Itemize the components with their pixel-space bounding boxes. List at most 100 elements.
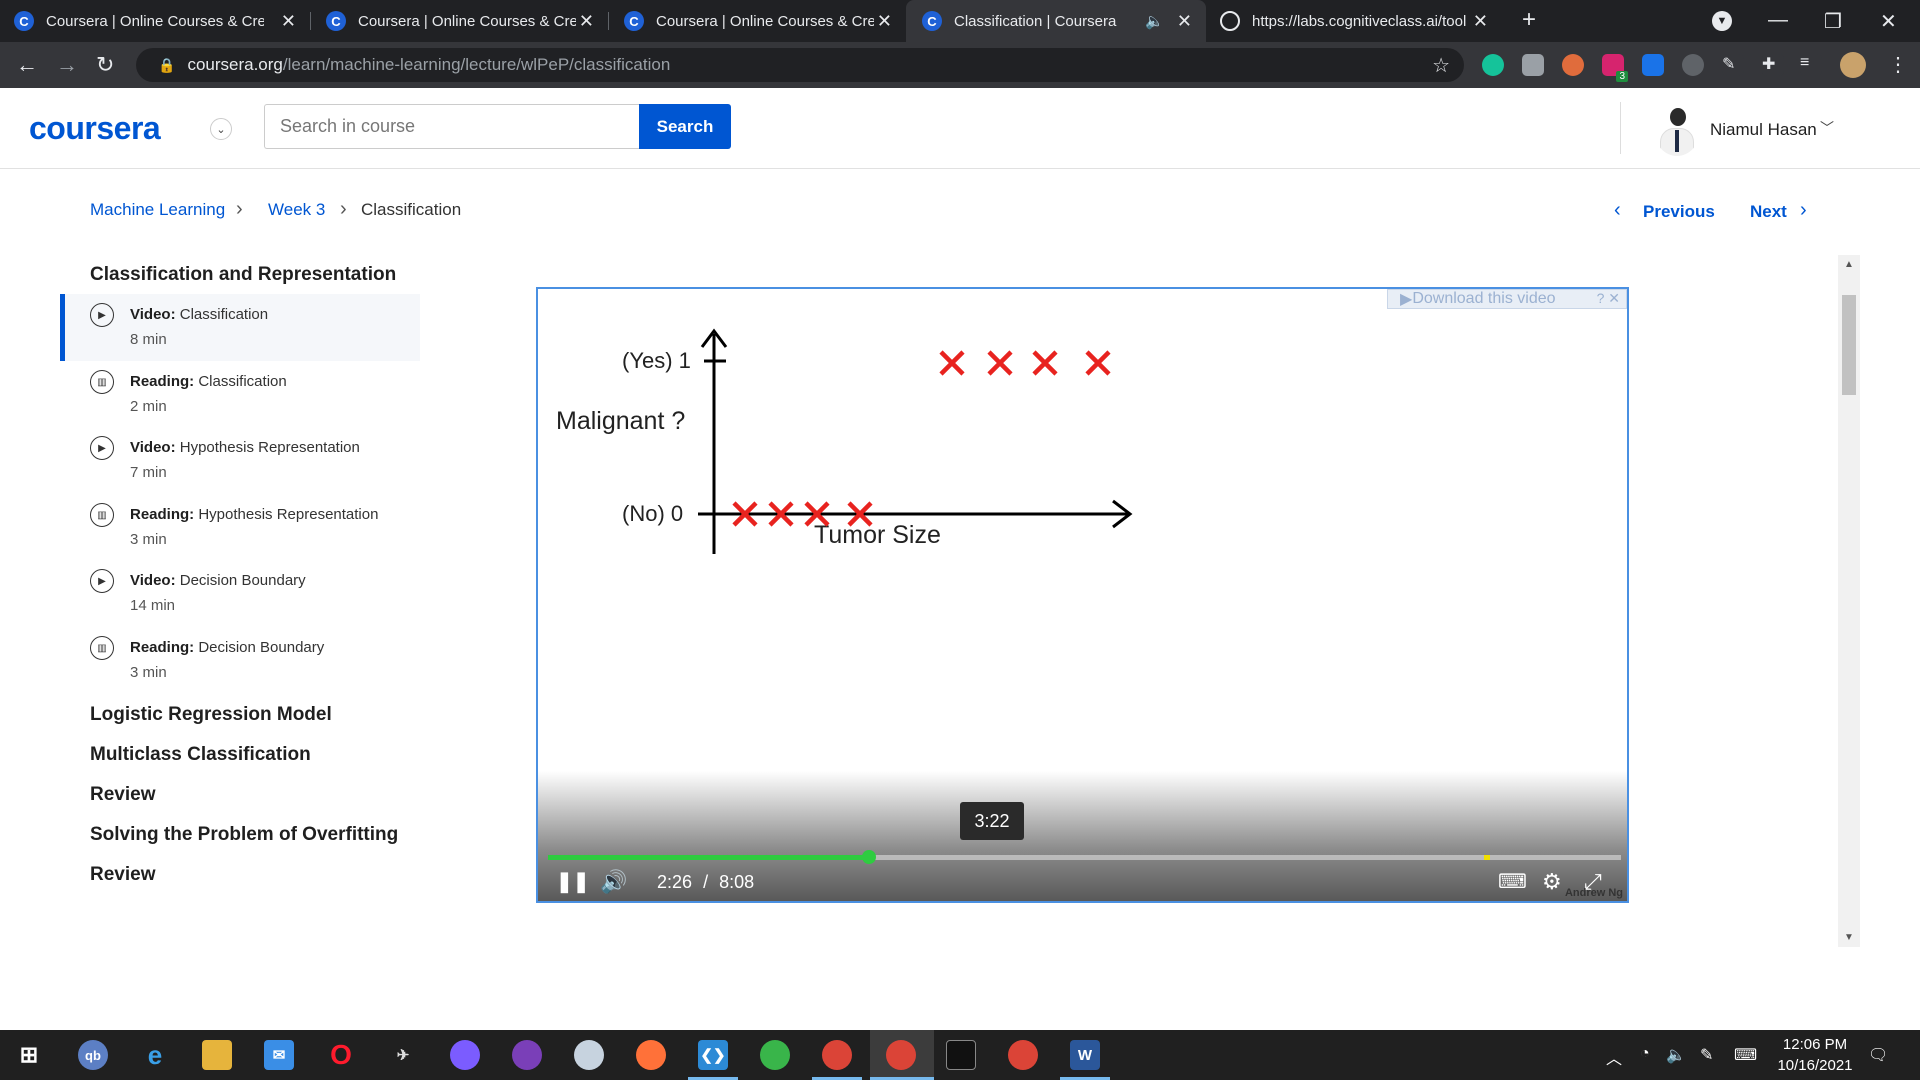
windows-start-icon[interactable]: ⊞ bbox=[14, 1040, 44, 1070]
settings-gear-icon[interactable]: ⚙ bbox=[1542, 869, 1562, 895]
browser-tab[interactable]: C Coursera | Online Courses & Cred ✕ bbox=[14, 0, 310, 42]
video-player[interactable]: (Yes) 1 Malignant ? (No) 0 Tumor Size ▶ … bbox=[536, 287, 1629, 903]
scroll-up-icon[interactable]: ▲ bbox=[1844, 259, 1854, 270]
close-tab-icon[interactable]: ✕ bbox=[877, 11, 892, 32]
new-tab-icon[interactable]: + bbox=[1522, 6, 1536, 34]
browser-tab[interactable]: · https://labs.cognitiveclass.ai/tool ✕ bbox=[1206, 0, 1502, 42]
close-tab-icon[interactable]: ✕ bbox=[281, 11, 296, 32]
download-extension-icon[interactable] bbox=[1642, 54, 1664, 76]
opera-app-icon[interactable]: O bbox=[326, 1039, 356, 1070]
pen-extension-icon[interactable]: ✎ bbox=[1722, 54, 1744, 76]
section-heading[interactable]: Logistic Regression Model bbox=[90, 704, 332, 726]
bookmark-star-icon[interactable]: ☆ bbox=[1432, 53, 1450, 78]
app-icon[interactable] bbox=[574, 1040, 604, 1070]
lesson-item-video-classification[interactable]: ▶ Video: Classification 8 min bbox=[60, 294, 420, 361]
lesson-item-reading-decision-boundary[interactable]: ▥ Reading: Decision Boundary 3 min bbox=[60, 627, 420, 694]
section-heading[interactable]: Solving the Problem of Overfitting bbox=[90, 824, 398, 846]
section-heading[interactable]: Multiclass Classification bbox=[90, 744, 311, 766]
keyboard-icon[interactable]: ⌨ bbox=[1734, 1045, 1757, 1065]
address-bar[interactable]: 🔒 coursera.org /learn/machine-learning/l… bbox=[136, 48, 1464, 82]
user-name[interactable]: Niamul Hasan bbox=[1710, 120, 1817, 140]
chrome-app-icon[interactable] bbox=[822, 1040, 852, 1070]
terminal-app-icon[interactable] bbox=[946, 1040, 976, 1070]
grammarly-extension-icon[interactable] bbox=[1482, 54, 1504, 76]
progress-bar[interactable] bbox=[548, 855, 1621, 860]
page-scrollbar[interactable]: ▲ ▼ bbox=[1838, 255, 1860, 947]
system-clock[interactable]: 12:06 PM 10/16/2021 bbox=[1768, 1034, 1862, 1076]
minimize-icon[interactable]: — bbox=[1768, 9, 1788, 32]
tray-chevron-up-icon[interactable]: ︿ bbox=[1606, 1045, 1622, 1069]
speaker-icon[interactable]: 🔈 bbox=[1666, 1045, 1686, 1065]
extension-icon[interactable]: 3 bbox=[1602, 54, 1628, 82]
search-input[interactable] bbox=[264, 104, 639, 149]
breadcrumb-week[interactable]: Week 3 bbox=[268, 200, 325, 220]
forward-icon[interactable]: → bbox=[56, 52, 78, 78]
vscode-app-icon[interactable]: ❮❯ bbox=[698, 1040, 728, 1070]
tab-title: Classification | Coursera bbox=[954, 12, 1117, 30]
messenger-app-icon[interactable] bbox=[450, 1040, 480, 1070]
mute-tab-icon[interactable]: 🔈 bbox=[1145, 12, 1164, 30]
github-app-icon[interactable] bbox=[512, 1040, 542, 1070]
reload-icon[interactable]: ↻ bbox=[96, 52, 114, 78]
lock-icon[interactable]: 🔒 bbox=[158, 57, 175, 74]
search-button[interactable]: Search bbox=[639, 104, 731, 149]
chrome-app-icon-active[interactable] bbox=[886, 1040, 916, 1070]
user-avatar[interactable] bbox=[1654, 104, 1700, 156]
captions-icon[interactable]: ⌨ bbox=[1498, 869, 1527, 894]
pen-tray-icon[interactable]: ✎ bbox=[1700, 1045, 1713, 1065]
word-app-icon[interactable]: W bbox=[1070, 1040, 1100, 1070]
scroll-down-icon[interactable]: ▼ bbox=[1844, 932, 1854, 943]
lesson-item-reading-classification[interactable]: ▥ Reading: Classification 2 min bbox=[60, 361, 420, 428]
browser-menu-icon[interactable]: ⋮ bbox=[1888, 52, 1908, 77]
satellite-app-icon[interactable]: ✈ bbox=[388, 1040, 418, 1070]
section-heading[interactable]: Review bbox=[90, 784, 155, 806]
browser-tab-active[interactable]: C Classification | Coursera 🔈 ✕ bbox=[906, 0, 1206, 42]
profile-avatar-icon[interactable] bbox=[1840, 52, 1866, 78]
chevron-down-icon[interactable]: ⌄ bbox=[210, 118, 232, 140]
volume-icon[interactable]: 🔊 bbox=[600, 869, 627, 895]
chevron-left-icon[interactable]: ‹ bbox=[1614, 199, 1621, 222]
globe-app-icon[interactable] bbox=[760, 1040, 790, 1070]
lesson-item-video-hypothesis[interactable]: ▶ Video: Hypothesis Representation 7 min bbox=[60, 427, 420, 494]
chevron-right-icon[interactable]: › bbox=[1800, 199, 1807, 222]
progress-handle[interactable] bbox=[861, 850, 876, 864]
download-video-bar[interactable]: ▶ Download this video ? ✕ bbox=[1387, 289, 1627, 309]
extension-icon[interactable] bbox=[1682, 54, 1704, 76]
pause-icon[interactable]: ❚❚ bbox=[556, 869, 590, 894]
coursera-logo[interactable]: coursera bbox=[29, 110, 161, 147]
extension-icon[interactable] bbox=[1562, 54, 1584, 76]
lesson-item-reading-hypothesis[interactable]: ▥ Reading: Hypothesis Representation 3 m… bbox=[60, 494, 420, 561]
chevron-down-icon[interactable]: ﹀ bbox=[1820, 118, 1834, 138]
browser-tab[interactable]: C Coursera | Online Courses & Cred ✕ bbox=[610, 0, 906, 42]
close-tab-icon[interactable]: ✕ bbox=[579, 11, 594, 32]
restore-icon[interactable]: ❐ bbox=[1824, 9, 1842, 34]
media-controls-icon[interactable]: ≡ bbox=[1800, 54, 1822, 76]
puzzle-extensions-icon[interactable]: ✚ bbox=[1762, 54, 1784, 76]
camera-extension-icon[interactable] bbox=[1522, 54, 1544, 76]
browser-tab[interactable]: C Coursera | Online Courses & Cred ✕ bbox=[312, 0, 608, 42]
close-tab-icon[interactable]: ✕ bbox=[1473, 11, 1488, 32]
edge-app-icon[interactable]: e bbox=[140, 1040, 170, 1070]
quickbooks-app-icon[interactable]: qb bbox=[78, 1040, 108, 1070]
book-icon: ▥ bbox=[90, 503, 114, 527]
notifications-icon[interactable]: 🗨 bbox=[1868, 1045, 1888, 1065]
close-icon[interactable]: ? ✕ bbox=[1597, 290, 1620, 307]
section-heading[interactable]: Review bbox=[90, 864, 155, 886]
mail-app-icon[interactable]: ✉ bbox=[264, 1040, 294, 1070]
close-tab-icon[interactable]: ✕ bbox=[1177, 11, 1192, 32]
back-icon[interactable]: ← bbox=[16, 52, 38, 78]
tab-title: Coursera | Online Courses & Cred bbox=[656, 12, 874, 30]
tab-search-icon[interactable]: ▼ bbox=[1712, 11, 1732, 31]
close-window-icon[interactable]: ✕ bbox=[1880, 9, 1897, 34]
wifi-icon[interactable]: ◔ bbox=[1640, 1045, 1650, 1063]
section-heading-current[interactable]: Classification and Representation bbox=[90, 264, 396, 286]
breadcrumb-course[interactable]: Machine Learning bbox=[90, 200, 225, 220]
file-explorer-icon[interactable] bbox=[202, 1040, 232, 1070]
next-link[interactable]: Next bbox=[1750, 202, 1787, 222]
chrome-app-icon[interactable] bbox=[1008, 1040, 1038, 1070]
scroll-thumb[interactable] bbox=[1842, 295, 1856, 395]
previous-link[interactable]: Previous bbox=[1643, 202, 1715, 222]
play-circle-icon: ▶ bbox=[90, 303, 114, 327]
lesson-item-video-decision-boundary[interactable]: ▶ Video: Decision Boundary 14 min bbox=[60, 560, 420, 627]
firefox-app-icon[interactable] bbox=[636, 1040, 666, 1070]
